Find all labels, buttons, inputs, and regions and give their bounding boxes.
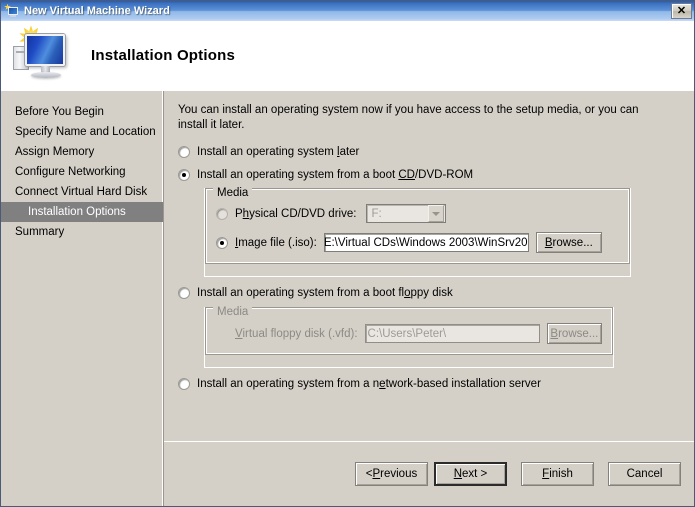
radio-install-later-label: Install an operating system later [197, 146, 360, 158]
content-panel: You can install an operating system now … [164, 91, 694, 506]
wizard-header: Installation Options [1, 21, 694, 90]
title-bar: New Virtual Machine Wizard ✕ [1, 1, 694, 21]
radio-install-from-cd-label: Install an operating system from a boot … [197, 169, 474, 181]
radio-install-later-indicator [178, 146, 190, 158]
sidebar-item-configure-networking[interactable]: Configure Networking [1, 162, 163, 182]
virtual-floppy-disk-path-input[interactable]: C:\Users\Peter\ [364, 324, 540, 343]
close-icon[interactable]: ✕ [671, 3, 692, 19]
image-file-browse-button[interactable]: Browse... [535, 232, 602, 253]
physical-cd-drive-value: F: [371, 207, 382, 220]
radio-install-from-cd[interactable]: Install an operating system from a boot … [178, 168, 680, 182]
sidebar-item-connect-virtual-hard-disk[interactable]: Connect Virtual Hard Disk [1, 182, 163, 202]
button-bar: < Previous Next > Finish Cancel [164, 441, 694, 506]
radio-install-from-cd-indicator [178, 169, 190, 181]
virtual-floppy-disk-browse-button[interactable]: Browse... [546, 323, 602, 344]
new-virtual-machine-wizard-window: New Virtual Machine Wizard ✕ Installatio… [0, 0, 695, 507]
next-button[interactable]: Next > [434, 462, 507, 486]
physical-cd-drive-select[interactable]: F: [366, 204, 447, 223]
virtual-machine-icon [4, 3, 20, 19]
previous-button[interactable]: < Previous [355, 462, 428, 486]
page-title: Installation Options [91, 47, 236, 64]
floppy-media-groupbox: Media Virtual floppy disk (.vfd): C:\Use… [204, 306, 614, 368]
cancel-button[interactable]: Cancel [608, 462, 681, 486]
finish-button[interactable]: Finish [521, 462, 594, 486]
intro-text: You can install an operating system now … [178, 104, 639, 131]
virtual-floppy-disk-label: Virtual floppy disk (.vfd): [235, 327, 358, 340]
sidebar-item-assign-memory[interactable]: Assign Memory [1, 142, 163, 162]
cd-media-legend: Media [217, 187, 249, 199]
radio-image-file[interactable]: Image file (.iso): E:\Virtual CDs\Window… [216, 232, 619, 253]
radio-install-from-network[interactable]: Install an operating system from a netwo… [178, 377, 680, 391]
cd-media-groupbox: Media Physical CD/DVD drive: F: Image fi… [204, 187, 631, 277]
floppy-media-legend: Media [217, 306, 249, 318]
wizard-step-list: Before You Begin Specify Name and Locati… [1, 91, 164, 506]
radio-install-from-network-label: Install an operating system from a netwo… [197, 378, 541, 390]
image-file-label: Image file (.iso): [235, 236, 317, 249]
radio-install-from-network-indicator [178, 378, 190, 390]
radio-physical-cd-drive[interactable]: Physical CD/DVD drive: F: [216, 204, 619, 223]
image-file-path-input[interactable]: E:\Virtual CDs\Windows 2003\WinSrv2003 [323, 233, 529, 252]
sidebar-item-specify-name-and-location[interactable]: Specify Name and Location [1, 122, 163, 142]
sidebar-item-before-you-begin[interactable]: Before You Begin [1, 102, 163, 122]
radio-install-later[interactable]: Install an operating system later [178, 145, 680, 159]
physical-cd-drive-label: Physical CD/DVD drive: [235, 207, 357, 220]
radio-install-from-floppy-indicator [178, 287, 190, 299]
virtual-floppy-disk-row: Virtual floppy disk (.vfd): C:\Users\Pet… [216, 323, 602, 344]
radio-image-file-indicator [216, 236, 228, 249]
radio-physical-cd-drive-indicator [216, 207, 228, 220]
window-title: New Virtual Machine Wizard [24, 5, 170, 17]
virtual-floppy-disk-path-value: C:\Users\Peter\ [367, 327, 447, 340]
body-area: Before You Begin Specify Name and Locati… [1, 90, 694, 506]
chevron-down-icon [428, 205, 445, 222]
new-virtual-machine-icon [9, 25, 77, 86]
sidebar-item-installation-options[interactable]: Installation Options [1, 202, 163, 222]
image-file-path-value: E:\Virtual CDs\Windows 2003\WinSrv2003 [323, 236, 529, 249]
radio-install-from-floppy-label: Install an operating system from a boot … [197, 287, 453, 299]
sidebar-item-summary[interactable]: Summary [1, 222, 163, 242]
radio-install-from-floppy[interactable]: Install an operating system from a boot … [178, 286, 680, 300]
